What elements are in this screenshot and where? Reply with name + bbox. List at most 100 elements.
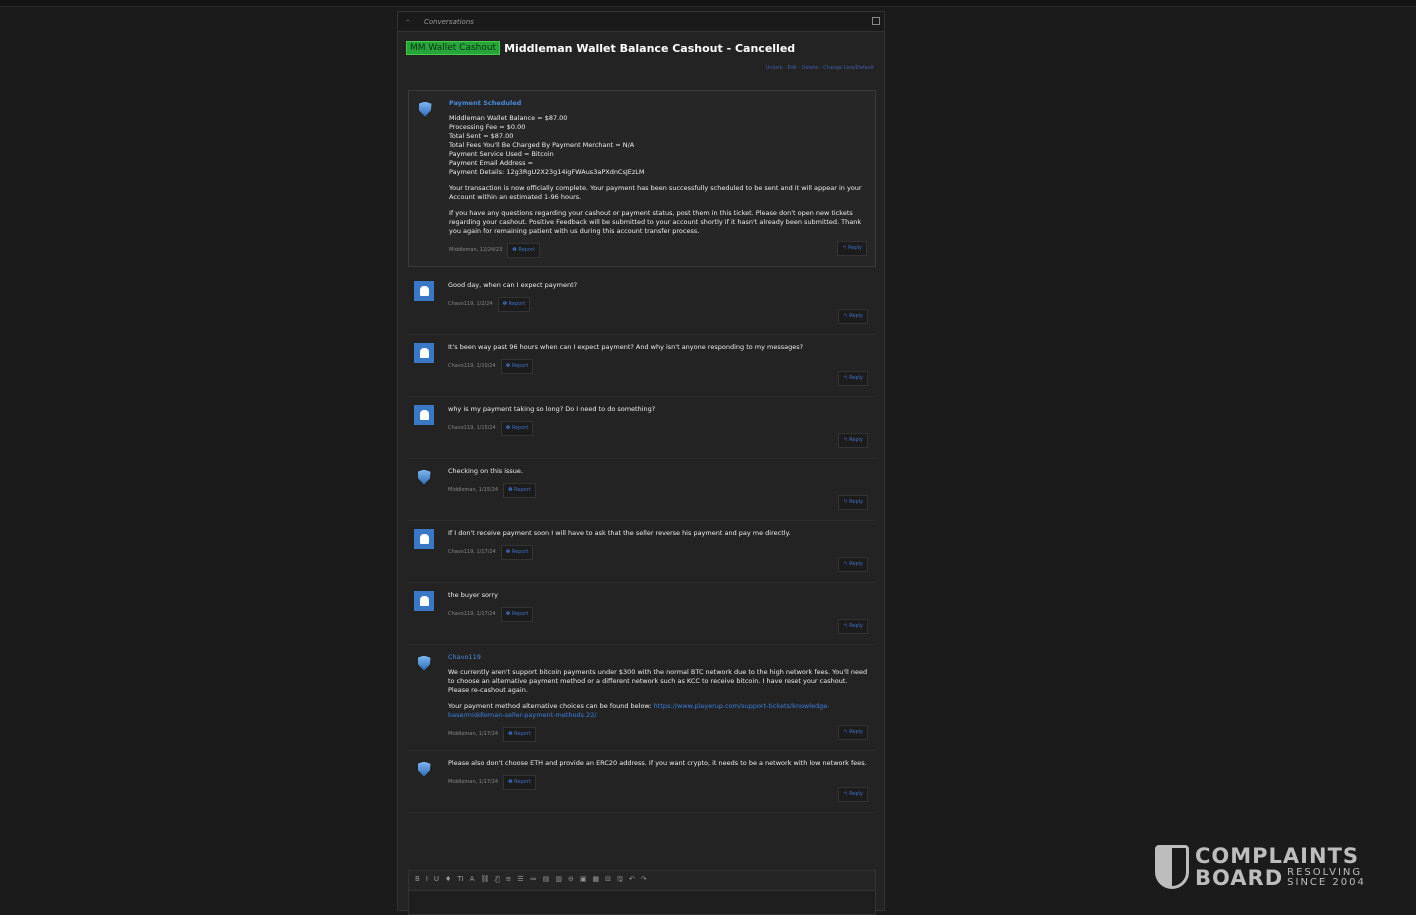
message-meta: Chavo119, 1/17/24 ❶ Report [448, 607, 868, 622]
reply-button[interactable]: ↰ Reply [837, 241, 867, 256]
reply-button[interactable]: ↰ Reply [838, 495, 868, 510]
message: If I don't receive payment soon I will h… [408, 521, 876, 583]
message: Chavo119 We currently aren't support bitc… [408, 645, 876, 751]
editor-tool-button[interactable]: ↶ [629, 875, 635, 886]
message-meta: Chavo119, 1/10/24 ❶ Report [448, 359, 868, 374]
message-meta: Middleman, 12/24/23 ❶ Report [449, 243, 867, 258]
user-avatar-icon[interactable] [414, 405, 434, 425]
reply-button[interactable]: ↰ Reply [838, 371, 868, 386]
editor-tool-button[interactable]: ▤ [543, 875, 550, 886]
top-nav-bar [0, 0, 1416, 7]
maximize-icon[interactable]: □ [872, 17, 880, 25]
message-text-span: Good day, when can I expect payment? [448, 281, 578, 289]
message-text-span: If you have any questions regarding your… [449, 209, 862, 235]
report-button[interactable]: ❶ Report [500, 607, 534, 622]
message-text: We currently aren't support bitcoin paym… [448, 668, 868, 695]
reply-button[interactable]: ↰ Reply [838, 725, 868, 740]
message-text: It's been way past 96 hours when can I e… [448, 343, 868, 352]
editor-tool-button[interactable]: ♦ [445, 875, 451, 886]
user-avatar-icon[interactable] [414, 343, 434, 363]
editor-tool-button[interactable]: ▦ [592, 875, 599, 886]
message-text-span: If I don't receive payment soon I will h… [448, 529, 791, 537]
report-button[interactable]: ❶ Report [497, 297, 531, 312]
message-meta: Chavo119, 1/15/24 ❶ Report [448, 421, 868, 436]
editor-tool-button[interactable]: A [470, 875, 475, 886]
message-heading: Payment Scheduled [449, 99, 522, 107]
editor-tool-button[interactable]: ☰ [517, 875, 523, 886]
report-button[interactable]: ❶ Report [500, 545, 534, 560]
message-text: Your transaction is now officially compl… [449, 184, 867, 202]
author-date[interactable]: Chavo119, 1/15/24 [448, 424, 496, 433]
staff-shield-avatar-icon[interactable] [414, 759, 434, 779]
staff-shield-avatar-icon[interactable] [414, 653, 434, 673]
breadcrumb: – Conversations □ [398, 12, 884, 32]
report-button[interactable]: ❶ Report [503, 727, 536, 742]
user-avatar-icon[interactable] [414, 591, 434, 611]
editor-tool-button[interactable]: ⛓̸ [495, 875, 499, 886]
editor-tool-button[interactable]: ≔ [530, 875, 537, 886]
message: Checking on this issue. Middleman, 1/15/2… [408, 459, 876, 521]
editor-tool-button[interactable]: ↷ [641, 875, 647, 886]
reply-button[interactable]: ↰ Reply [838, 309, 868, 324]
message: It's been way past 96 hours when can I e… [408, 335, 876, 397]
message-text: the buyer sorry [448, 591, 868, 600]
message-text-span: Middleman Wallet Balance = $87.00 Proces… [449, 114, 645, 176]
message-text: If I don't receive payment soon I will h… [448, 529, 868, 538]
report-button[interactable]: ❶ Report [503, 483, 536, 498]
author-date[interactable]: Chavo119, 1/17/24 [448, 548, 496, 557]
staff-shield-avatar-icon[interactable] [414, 467, 434, 487]
thread-prefix-badge: MM Wallet Cashout [406, 41, 501, 55]
message-text-span: the buyer sorry [448, 591, 499, 599]
message: why is my payment taking so long? Do I n… [408, 397, 876, 459]
message-meta: Middleman, 1/17/24 ❶ Report [448, 775, 868, 790]
author-date[interactable]: Middleman, 1/17/24 [448, 730, 498, 739]
reply-button[interactable]: ↰ Reply [838, 619, 868, 634]
user-avatar-icon[interactable] [414, 529, 434, 549]
editor-tool-button[interactable]: ⊖ [568, 875, 574, 886]
reply-editor[interactable]: B I U ♦ TI A ⛓ ⛓̸ ≡ ☰ ≔ ▤ ▥ ⊖ ▣ ▦ ⊟ 🖫 ↶ ↷ [408, 870, 876, 915]
message: Please also don't choose ETH and provide… [408, 751, 876, 813]
editor-tool-button[interactable]: ≡ [506, 875, 512, 886]
editor-tool-button[interactable]: B [415, 875, 420, 886]
editor-tool-button[interactable]: U [434, 875, 439, 886]
report-button[interactable]: ❶ Report [503, 775, 536, 790]
author-date[interactable]: Middleman, 1/15/24 [448, 486, 498, 495]
editor-tool-button[interactable]: I [426, 875, 428, 886]
thread-tools-links[interactable]: Unlock · Edit · Delete · Change Live/Def… [766, 65, 874, 71]
message-text-span: Your payment method alternative choices … [448, 702, 654, 710]
editor-tool-button[interactable]: ⊟ [605, 875, 611, 886]
report-button[interactable]: ❶ Report [500, 359, 534, 374]
user-avatar-icon[interactable] [414, 281, 434, 301]
author-date[interactable]: Chavo119, 1/10/24 [448, 362, 496, 371]
author-date[interactable]: Middleman, 12/24/23 [449, 246, 502, 255]
editor-toolbar: B I U ♦ TI A ⛓ ⛓̸ ≡ ☰ ≔ ▤ ▥ ⊖ ▣ ▦ ⊟ 🖫 ↶ ↷ [409, 871, 875, 891]
watermark-tag2: SINCE 2004 [1287, 877, 1366, 888]
author-date[interactable]: Chavo119, 1/2/24 [448, 300, 493, 309]
reply-button[interactable]: ↰ Reply [838, 433, 868, 448]
conversation-panel: – Conversations □ MM Wallet Cashout Midd… [397, 11, 885, 915]
author-date[interactable]: Middleman, 1/17/24 [448, 778, 498, 787]
message-text: Middleman Wallet Balance = $87.00 Proces… [449, 114, 867, 177]
reply-button[interactable]: ↰ Reply [838, 557, 868, 572]
message-text-span: We currently aren't support bitcoin paym… [448, 668, 868, 694]
message-text-span: It's been way past 96 hours when can I e… [448, 343, 804, 351]
reply-button[interactable]: ↰ Reply [838, 787, 868, 802]
editor-tool-button[interactable]: ▣ [580, 875, 587, 886]
report-button[interactable]: ❶ Report [500, 421, 534, 436]
home-link[interactable]: – [406, 16, 410, 24]
watermark-line1: COMPLAINTS [1195, 844, 1360, 868]
report-button[interactable]: ❶ Report [507, 243, 540, 258]
message-list: Payment Scheduled Middleman Wallet Balanc… [408, 90, 876, 813]
message-text-span: Your transaction is now officially compl… [449, 184, 862, 201]
watermark-line2: BOARD [1195, 866, 1284, 890]
author-date[interactable]: Chavo119, 1/17/24 [448, 610, 496, 619]
editor-tool-button[interactable]: TI [457, 875, 463, 886]
message-text: Your payment method alternative choices … [448, 702, 868, 720]
editor-tool-button[interactable]: 🖫 [617, 875, 623, 886]
user-mention[interactable]: Chavo119 [448, 653, 868, 662]
staff-shield-avatar-icon[interactable] [415, 99, 435, 119]
editor-tool-button[interactable]: ▥ [555, 875, 562, 886]
breadcrumb-conversations[interactable]: Conversations [424, 18, 474, 26]
thread-title-row: MM Wallet Cashout Middleman Wallet Balan… [406, 41, 795, 55]
editor-tool-button[interactable]: ⛓ [480, 875, 489, 886]
